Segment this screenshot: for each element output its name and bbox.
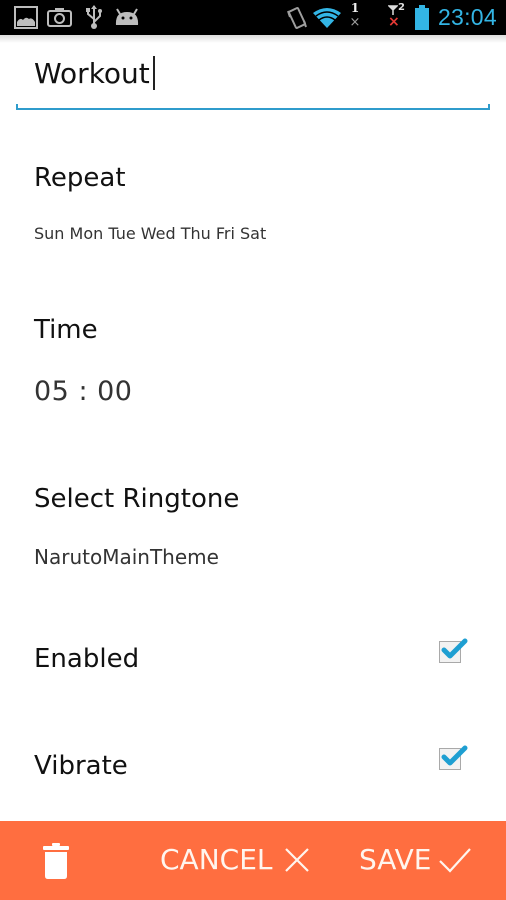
save-label: SAVE <box>359 843 432 876</box>
time-label: Time <box>34 315 98 345</box>
wifi-icon <box>313 8 341 28</box>
battery-icon <box>415 5 429 30</box>
status-bar-shadow <box>0 35 506 43</box>
ringtone-value: NarutoMainTheme <box>34 545 219 569</box>
delete-button[interactable] <box>36 841 76 881</box>
gallery-icon <box>14 6 38 29</box>
vibrate-icon <box>287 7 307 29</box>
enabled-checkbox[interactable] <box>439 638 468 663</box>
android-icon <box>115 8 139 25</box>
repeat-days-value: Sun Mon Tue Wed Thu Fri Sat <box>34 224 267 243</box>
camera-icon <box>47 8 72 27</box>
vibrate-label: Vibrate <box>34 751 128 781</box>
trash-icon <box>43 843 69 879</box>
checkmark-icon <box>441 638 468 659</box>
ringtone-label: Select Ringtone <box>34 484 240 514</box>
time-value: 05 : 00 <box>34 376 133 407</box>
text-cursor <box>152 56 155 90</box>
clock: 23:04 <box>437 4 497 30</box>
alarm-name-value: Workout <box>34 57 150 90</box>
bottom-action-bar: CANCEL SAVE <box>0 821 506 900</box>
status-bar: 1 × 2 × 23:04 <box>0 0 506 35</box>
usb-icon <box>86 5 102 29</box>
input-underline <box>16 104 490 110</box>
vibrate-checkbox[interactable] <box>439 745 468 770</box>
close-icon <box>284 847 309 872</box>
check-icon <box>438 847 471 873</box>
enabled-label: Enabled <box>34 644 140 674</box>
cancel-button[interactable]: CANCEL <box>160 843 311 876</box>
cancel-label: CANCEL <box>160 843 273 876</box>
checkmark-icon <box>441 745 468 766</box>
alarm-name-input[interactable]: Workout <box>16 50 490 110</box>
repeat-label: Repeat <box>34 163 126 193</box>
save-button[interactable]: SAVE <box>359 843 472 876</box>
sim1-no-signal-icon: 1 × <box>349 1 361 30</box>
